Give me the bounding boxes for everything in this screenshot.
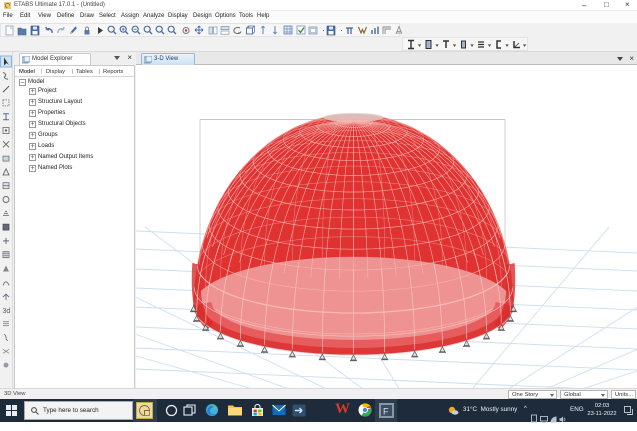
- svg-text:F: F: [383, 407, 389, 417]
- svg-text:3d: 3d: [3, 308, 11, 315]
- svg-text:·: ·: [340, 25, 343, 35]
- svg-text:·: ·: [322, 25, 325, 35]
